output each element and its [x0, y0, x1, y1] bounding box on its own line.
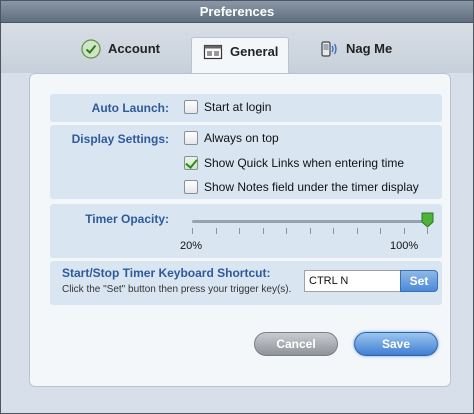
- opacity-min-label: 20%: [180, 240, 203, 252]
- opacity-slider-track[interactable]: [192, 220, 428, 223]
- check-circle-icon: [81, 39, 101, 59]
- slider-tick: [239, 228, 240, 234]
- display-settings-label: Display Settings:: [71, 132, 169, 146]
- tab-account-label: Account: [108, 41, 160, 56]
- show-notes-field-checkbox[interactable]: [184, 180, 198, 194]
- save-button[interactable]: Save: [354, 332, 438, 356]
- start-at-login-label: Start at login: [204, 100, 272, 114]
- shortcut-hint: Click the "Set" button then press your t…: [62, 284, 292, 295]
- window-icon: [203, 44, 223, 60]
- tab-nag-me[interactable]: Nag Me: [319, 35, 392, 73]
- tab-general-label: General: [230, 44, 279, 59]
- slider-tick: [216, 228, 217, 234]
- slider-tick: [404, 228, 405, 234]
- timer-opacity-section: Timer Opacity: 20% 100%: [50, 204, 442, 258]
- opacity-slider-thumb[interactable]: [421, 212, 434, 228]
- always-on-top-option[interactable]: Always on top: [184, 131, 279, 145]
- slider-tick: [427, 228, 428, 234]
- slider-tick: [357, 228, 358, 234]
- opacity-slider-ticks: [192, 228, 428, 234]
- cancel-button[interactable]: Cancel: [254, 332, 338, 356]
- opacity-max-label: 100%: [390, 240, 419, 252]
- shortcut-field[interactable]: CTRL N: [304, 270, 402, 292]
- tab-nag-me-label: Nag Me: [346, 41, 393, 56]
- slider-tick: [286, 228, 287, 234]
- show-quick-links-checkbox[interactable]: [184, 156, 198, 170]
- preferences-window: Preferences Account General Nag Me Auto …: [0, 0, 474, 414]
- slider-tick: [192, 228, 193, 234]
- tab-account[interactable]: Account: [81, 35, 160, 73]
- always-on-top-checkbox[interactable]: [184, 131, 198, 145]
- general-panel: Auto Launch: Start at login Display Sett…: [29, 73, 451, 387]
- tab-general[interactable]: General: [191, 37, 289, 73]
- set-shortcut-button[interactable]: Set: [400, 270, 438, 292]
- shortcut-section: Start/Stop Timer Keyboard Shortcut: Clic…: [50, 261, 442, 305]
- slider-tick: [333, 228, 334, 234]
- shortcut-title: Start/Stop Timer Keyboard Shortcut:: [62, 266, 271, 280]
- auto-launch-section: Auto Launch: Start at login: [50, 94, 442, 122]
- window-title: Preferences: [1, 1, 473, 23]
- slider-tick: [310, 228, 311, 234]
- show-notes-field-label: Show Notes field under the timer display: [204, 180, 419, 194]
- timer-opacity-label: Timer Opacity:: [85, 212, 169, 226]
- always-on-top-label: Always on top: [204, 131, 279, 145]
- show-quick-links-label: Show Quick Links when entering time: [204, 156, 405, 170]
- show-notes-field-option[interactable]: Show Notes field under the timer display: [184, 180, 419, 194]
- phone-signal-icon: [321, 41, 337, 57]
- display-settings-section: Display Settings: Always on top Show Qui…: [50, 125, 442, 199]
- tab-bar: Account General Nag Me: [1, 23, 473, 73]
- auto-launch-label: Auto Launch:: [91, 101, 169, 115]
- slider-tick: [380, 228, 381, 234]
- start-at-login-option[interactable]: Start at login: [184, 100, 271, 114]
- slider-tick: [263, 228, 264, 234]
- show-quick-links-option[interactable]: Show Quick Links when entering time: [184, 156, 404, 170]
- start-at-login-checkbox[interactable]: [184, 100, 198, 114]
